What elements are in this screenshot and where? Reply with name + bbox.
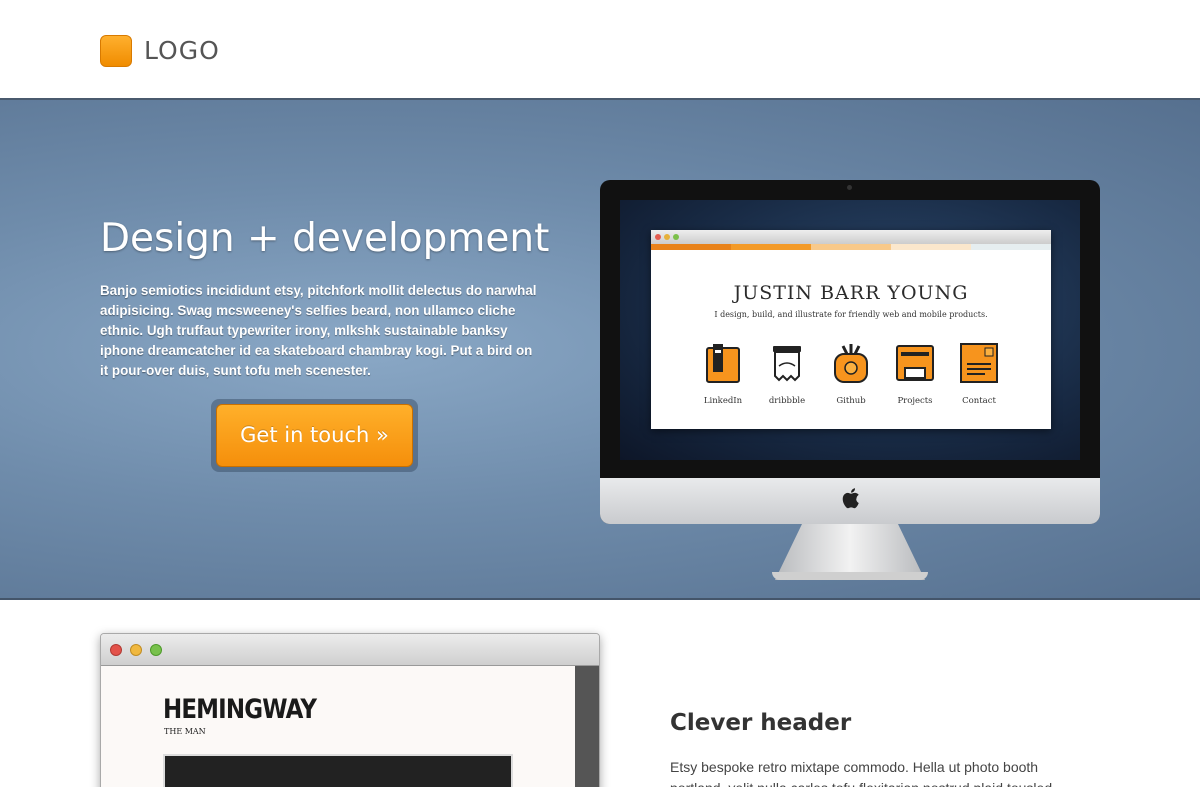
mini-label-projects: Projects [897, 396, 933, 406]
mini-site-tagline: I design, build, and illustrate for frie… [714, 310, 988, 319]
zoom-dot-icon [673, 234, 679, 240]
imac-illustration: JUSTIN BARR YOUNG I design, build, and i… [600, 180, 1100, 580]
mini-item-github[interactable]: Github [819, 342, 883, 406]
hero-text: Banjo semiotics incididunt etsy, pitchfo… [100, 283, 537, 378]
minimize-dot-icon [664, 234, 670, 240]
dribbble-paper-icon [773, 346, 801, 382]
logo-text[interactable]: LOGO [144, 36, 220, 65]
mini-item-contact[interactable]: Contact [947, 342, 1011, 406]
imac-screen: JUSTIN BARR YOUNG I design, build, and i… [620, 200, 1080, 460]
browser-scrollbar[interactable] [575, 666, 599, 787]
apple-logo-icon [842, 488, 859, 509]
camera-icon [847, 185, 852, 190]
hero-title: Design + development [100, 216, 550, 261]
clever-text: Etsy bespoke retro mixtape commodo. Hell… [670, 759, 1052, 787]
projects-briefcase-icon [896, 345, 934, 381]
close-dot-icon [655, 234, 661, 240]
linkedin-book-icon [706, 344, 740, 383]
imac-stand-foot [772, 572, 928, 580]
mini-label-github: Github [836, 396, 866, 406]
zoom-button-icon[interactable] [150, 644, 162, 656]
mini-item-dribbble[interactable]: dribbble [755, 342, 819, 406]
clever-header: Clever header [670, 710, 852, 736]
site-header: LOGO [0, 0, 1200, 100]
logo-icon[interactable] [100, 35, 132, 67]
cta-frame: Get in touch » [211, 399, 418, 472]
mini-item-linkedin[interactable]: LinkedIn [691, 342, 755, 406]
hemingway-title: HEMINGWAY [163, 694, 317, 725]
mini-titlebar [651, 230, 1051, 244]
browser-titlebar [101, 634, 599, 666]
hero-section: Design + development Banjo semiotics inc… [0, 100, 1200, 600]
hemingway-photo [163, 754, 513, 787]
mini-item-projects[interactable]: Projects [883, 342, 947, 406]
mini-browser-window: JUSTIN BARR YOUNG I design, build, and i… [651, 230, 1051, 429]
hemingway-subtitle: THE MAN [164, 727, 206, 736]
mini-icon-row: LinkedIn dribbble Github Projects Contac… [691, 342, 1011, 406]
color-strip [651, 244, 1051, 250]
contact-letter-icon [960, 343, 998, 383]
mini-label-dribbble: dribbble [768, 396, 806, 406]
github-jar-icon [834, 344, 868, 383]
mini-label-contact: Contact [962, 396, 996, 406]
browser-mockup: HEMINGWAY THE MAN [100, 633, 600, 787]
minimize-button-icon[interactable] [130, 644, 142, 656]
get-in-touch-button[interactable]: Get in touch » [216, 404, 413, 467]
mini-site-name: JUSTIN BARR YOUNG [733, 282, 969, 304]
mini-label-linkedin: LinkedIn [703, 396, 743, 406]
close-button-icon[interactable] [110, 644, 122, 656]
